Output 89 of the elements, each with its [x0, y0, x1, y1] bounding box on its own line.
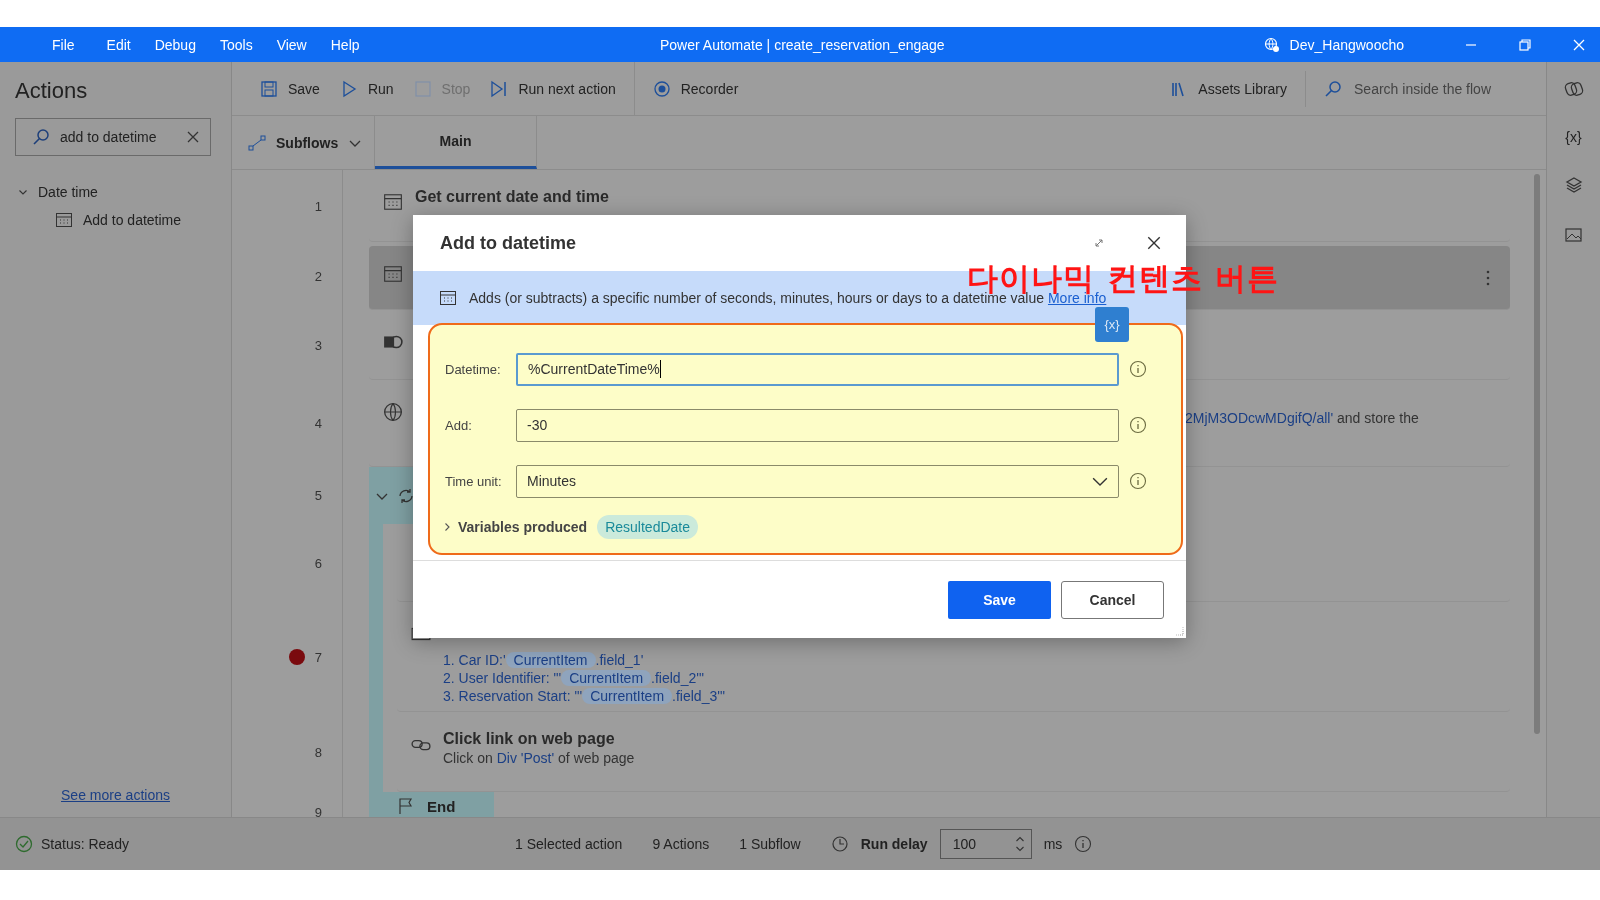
resize-grip-icon[interactable]: [1174, 626, 1184, 636]
selected-count: 1 Selected action: [515, 836, 623, 852]
globe-icon: [383, 402, 403, 422]
actions-count: 9 Actions: [652, 836, 710, 852]
field-label: Time unit:: [444, 473, 503, 489]
search-field[interactable]: add to datetime: [15, 118, 211, 156]
assets-library-button[interactable]: Assets Library: [1160, 62, 1298, 115]
menu-item[interactable]: Edit: [86, 36, 143, 53]
cancel-button[interactable]: Cancel: [1061, 580, 1164, 619]
search-icon: [32, 128, 50, 146]
clock-icon: [830, 835, 849, 853]
flow-step[interactable]: Click link on web page Click on Div 'Post' of web page: [397, 716, 1510, 792]
line-number: 3: [314, 337, 322, 353]
menu-item[interactable]: Tools: [207, 36, 265, 53]
line-number: 1: [314, 198, 322, 214]
save-icon: [260, 79, 278, 98]
calendar-icon: [439, 289, 457, 307]
panel-title: Actions: [14, 77, 89, 105]
field-label: Add:: [444, 417, 473, 433]
loop-end-block[interactable]: End: [369, 792, 494, 817]
step-forward-icon: [490, 79, 509, 98]
stop-icon: [413, 79, 432, 98]
calendar-icon: [383, 264, 403, 284]
step-detail: 1. Car ID:' CurrentItem .field_1': [443, 652, 645, 668]
time-unit-dropdown[interactable]: Minutes: [516, 464, 1119, 498]
variables-button[interactable]: {x}: [1565, 129, 1582, 145]
step-detail: 2MjM3ODcwMDgifQ/all' and store the: [1185, 410, 1420, 426]
info-icon[interactable]: [1074, 835, 1093, 853]
run-delay-field[interactable]: 100: [939, 829, 1032, 859]
breakpoint-dot[interactable]: [288, 649, 305, 665]
subflows-dropdown[interactable]: Subflows: [232, 116, 375, 169]
input-field[interactable]: %CurrentDateTime%: [516, 352, 1119, 386]
line-number: 9: [314, 804, 322, 817]
line-number: 8: [314, 744, 322, 760]
line-number: 4: [314, 416, 322, 431]
clear-icon[interactable]: [186, 130, 200, 144]
see-more-actions-link[interactable]: See more actions: [0, 787, 231, 817]
toolbar-button[interactable]: Run: [329, 62, 404, 115]
toolbar-button[interactable]: Save: [250, 62, 330, 115]
flag-icon: [397, 797, 415, 815]
globe-person-icon: [1263, 36, 1280, 53]
step-detail: Click on Div 'Post' of web page: [443, 750, 636, 766]
close-icon[interactable]: [1146, 235, 1162, 251]
copilot-icon[interactable]: [1563, 79, 1584, 99]
step-detail: 3. Reservation Start: "' CurrentItem .field_3'": [443, 688, 726, 704]
toolbar-button[interactable]: Recorder: [633, 62, 749, 115]
variables-produced-toggle[interactable]: Variables produced: [442, 519, 588, 535]
tree-item[interactable]: Add to datetime: [0, 204, 231, 236]
line-number: 5: [314, 488, 322, 503]
check-circle-icon: [15, 835, 33, 853]
line-number: 7: [314, 649, 322, 665]
tab[interactable]: Main: [375, 116, 537, 169]
variable-chip[interactable]: ResultedDate: [597, 515, 698, 539]
status-text: Status: Ready: [41, 836, 129, 852]
info-icon[interactable]: [1129, 360, 1147, 378]
step-detail: 2. User Identifier: "' CurrentItem .field_2'": [443, 670, 705, 686]
menu-item[interactable]: Help: [318, 36, 372, 53]
search-icon: [1324, 79, 1343, 98]
run-delay-label: Run delay: [860, 836, 928, 852]
input-field[interactable]: -30: [516, 408, 1119, 442]
user-name[interactable]: Dev_Hangwoocho: [1289, 36, 1404, 53]
tree-group[interactable]: Date time: [0, 180, 231, 204]
images-icon[interactable]: [1563, 225, 1584, 245]
line-number: 2: [314, 268, 322, 284]
window-title: Power Automate | create_reservation_engage: [660, 36, 945, 53]
record-icon: [652, 79, 671, 98]
info-icon[interactable]: [1129, 472, 1147, 490]
field-label: Datetime:: [444, 361, 502, 377]
info-icon[interactable]: [1129, 416, 1147, 434]
step-title: Get current date and time: [415, 188, 610, 206]
loop-icon: [397, 486, 415, 505]
calendar-icon: [55, 211, 73, 229]
line-number: 6: [314, 555, 322, 571]
subflow-count: 1 Subflow: [739, 836, 801, 852]
calendar-icon: [383, 192, 403, 212]
restore-icon[interactable]: [1518, 37, 1532, 52]
save-button[interactable]: Save: [948, 580, 1051, 619]
step-title: Click link on web page: [443, 730, 616, 748]
menu-item[interactable]: Debug: [142, 36, 208, 53]
scrollbar[interactable]: [1534, 174, 1540, 734]
more-options-icon[interactable]: [1486, 269, 1490, 286]
menu-item[interactable]: View: [264, 36, 319, 53]
unit-label: ms: [1043, 836, 1063, 852]
dynamic-content-button[interactable]: {x}: [1095, 307, 1129, 342]
toolbar-button[interactable]: Run next action: [480, 62, 626, 115]
spin-arrows-icon[interactable]: [1014, 835, 1025, 853]
expand-icon[interactable]: [1092, 236, 1106, 250]
menu-item[interactable]: File: [40, 36, 87, 53]
subflow-icon: [248, 133, 266, 152]
